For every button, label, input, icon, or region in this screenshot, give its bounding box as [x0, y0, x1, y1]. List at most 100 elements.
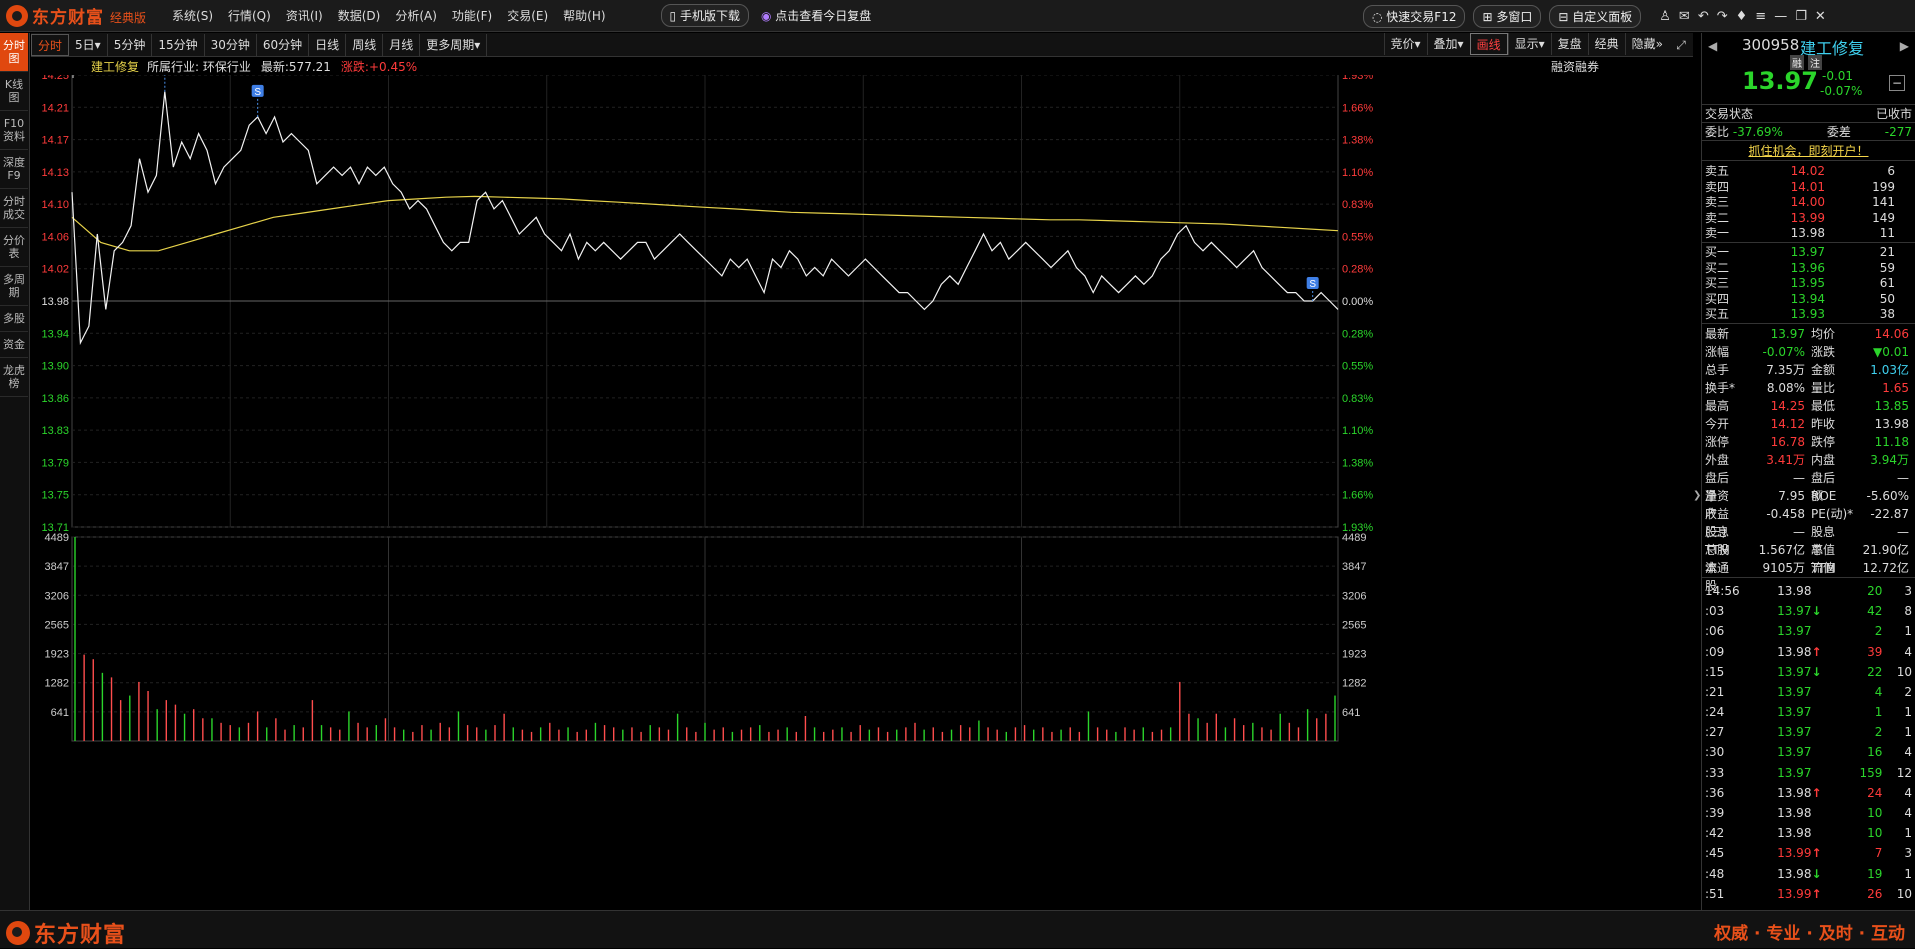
- tick-row[interactable]: :51 13.99 ↑ 26 10: [1702, 884, 1915, 904]
- tick-row[interactable]: :48 13.98 ↓ 19 1: [1702, 864, 1915, 884]
- collapse-icon[interactable]: −: [1889, 75, 1905, 91]
- period-tab[interactable]: 5分钟: [108, 33, 153, 56]
- close-icon[interactable]: ✕: [1815, 9, 1834, 24]
- period-tab[interactable]: 30分钟: [205, 33, 257, 56]
- stat-value: 13.98: [1874, 416, 1909, 431]
- tick-arrow: ↑: [1811, 846, 1822, 861]
- stat-value: 14.25: [1770, 398, 1805, 413]
- stat-row: 流通股 9105万 流值 12.72亿: [1702, 559, 1915, 593]
- multi-window-button[interactable]: ⊞ 多窗口: [1473, 5, 1542, 28]
- left-tab[interactable]: F10资料: [0, 111, 28, 150]
- tick-count: 1: [1904, 624, 1912, 639]
- tick-row[interactable]: :24 13.97 1 1: [1702, 702, 1915, 722]
- menu-item[interactable]: 帮助(H): [563, 7, 605, 24]
- tick-row[interactable]: :06 13.97 2 1: [1702, 621, 1915, 641]
- menu-icon[interactable]: ≡: [1755, 9, 1774, 24]
- chart-tool-button[interactable]: 隐藏»: [1624, 33, 1669, 55]
- left-tab[interactable]: 分价表: [0, 228, 28, 267]
- left-tab[interactable]: K线图: [0, 72, 28, 111]
- left-tab[interactable]: 分时成交: [0, 189, 28, 228]
- tick-row[interactable]: :42 13.98 10 1: [1702, 823, 1915, 843]
- mail-icon[interactable]: ✉: [1679, 9, 1698, 24]
- left-tab[interactable]: 多周期: [0, 267, 28, 306]
- panel-toggle-icon[interactable]: ❯: [1693, 490, 1701, 520]
- forward-icon[interactable]: ↷: [1717, 9, 1736, 24]
- tick-row[interactable]: :36 13.98 ↑ 24 4: [1702, 783, 1915, 803]
- restore-icon[interactable]: ❐: [1795, 9, 1815, 24]
- quick-trade-button[interactable]: ◌ 快速交易F12: [1363, 5, 1466, 28]
- tick-list[interactable]: 14:56 13.98 20 3:03 13.97 ↓ 42 8:06 13.97 2 1:09 13…: [1702, 578, 1915, 904]
- period-tab[interactable]: 日线: [309, 33, 347, 56]
- industry-label[interactable]: 所属行业: 环保行业: [147, 58, 251, 75]
- review-link[interactable]: ◉ 点击查看今日复盘: [761, 7, 871, 24]
- tick-row[interactable]: :45 13.99 ↑ 7 3: [1702, 843, 1915, 863]
- left-tab[interactable]: 深度F9: [0, 150, 28, 189]
- menu-item[interactable]: 行情(Q): [228, 7, 271, 24]
- mobile-download-button[interactable]: ▯ 手机版下载: [660, 4, 749, 27]
- period-tab[interactable]: 周线: [346, 33, 384, 56]
- period-tab[interactable]: 更多周期▾: [420, 33, 488, 56]
- left-tab[interactable]: 资金: [0, 332, 28, 358]
- custom-panel-button[interactable]: ⊟ 自定义面板: [1549, 5, 1642, 28]
- stat-value: 14.06: [1874, 326, 1909, 341]
- menu-item[interactable]: 数据(D): [338, 7, 381, 24]
- tick-time: :48: [1705, 866, 1725, 881]
- margin-trading-label[interactable]: 融资融券: [1551, 58, 1599, 75]
- menu-item[interactable]: 资讯(I): [286, 7, 323, 24]
- tick-row[interactable]: :03 13.97 ↓ 42 8: [1702, 601, 1915, 621]
- chart-tool-button[interactable]: 显示▾: [1507, 33, 1551, 55]
- period-tab[interactable]: 分时: [31, 33, 70, 56]
- tick-price: 13.98: [1777, 826, 1812, 841]
- menu-item[interactable]: 功能(F): [452, 7, 492, 24]
- stat-value: -5.60%: [1866, 488, 1909, 503]
- minimize-icon[interactable]: —: [1774, 9, 1795, 24]
- window-icons[interactable]: ♙✉↶↷♦≡—❐✕: [1659, 9, 1834, 24]
- prev-stock-icon[interactable]: ◀: [1708, 39, 1717, 53]
- expand-icon[interactable]: ⤢: [1670, 34, 1692, 56]
- tick-row[interactable]: :30 13.97 16 4: [1702, 742, 1915, 762]
- stat-value: -0.458: [1766, 506, 1805, 521]
- tick-row[interactable]: :09 13.98 ↑ 39 4: [1702, 642, 1915, 662]
- chart-tool-button[interactable]: 复盘: [1550, 33, 1588, 55]
- pct-tick-label: 0.83%: [1342, 393, 1373, 405]
- menu-item[interactable]: 交易(E): [507, 7, 548, 24]
- tick-price: 13.97: [1777, 624, 1812, 639]
- bottom-logo-text: 东方财富: [34, 923, 127, 948]
- open-account-link[interactable]: 抓住机会，即刻开户！: [1702, 141, 1915, 161]
- period-tab[interactable]: 月线: [383, 33, 421, 56]
- tick-arrow: [1811, 722, 1825, 742]
- period-tab[interactable]: 15分钟: [152, 33, 205, 56]
- tick-row[interactable]: :15 13.97 ↓ 22 10: [1702, 662, 1915, 682]
- tick-row[interactable]: :21 13.97 4 2: [1702, 682, 1915, 702]
- pct-tick-label: 0.55%: [1342, 231, 1373, 243]
- quote-header: ◀ 300958 建工修复 ▶ 融 注 13.97 -0.01 -0.07% −: [1702, 33, 1915, 105]
- chart-tool-button[interactable]: 竞价▾: [1383, 33, 1427, 55]
- period-tab[interactable]: 5日▾: [69, 33, 108, 56]
- shirt-icon[interactable]: ♦: [1736, 9, 1756, 24]
- left-tab[interactable]: 分时图: [0, 33, 28, 72]
- tick-arrow: [1811, 803, 1825, 823]
- tick-volume: 20: [1867, 583, 1883, 598]
- user-icon[interactable]: ♙: [1659, 9, 1679, 24]
- tick-row[interactable]: :27 13.97 2 1: [1702, 722, 1915, 742]
- menu-item[interactable]: 分析(A): [395, 7, 437, 24]
- intraday-chart[interactable]: 14.25 1.93% 14.21 1.66% 14.17 1.38% 14.13 1.10%…: [31, 75, 1693, 905]
- tick-row[interactable]: :39 13.98 10 4: [1702, 803, 1915, 823]
- left-tab[interactable]: 龙虎榜: [0, 358, 28, 397]
- trade-status-value: 已收市: [1875, 107, 1912, 121]
- chart-tool-button[interactable]: 叠加▾: [1426, 33, 1470, 55]
- menu-item[interactable]: 系统(S): [172, 7, 213, 24]
- pct-tick-label: 1.38%: [1342, 135, 1373, 147]
- order-book-row: 买一 13.97 21: [1702, 245, 1915, 261]
- last-price: 13.97: [1742, 67, 1818, 95]
- chart-tool-button[interactable]: 画线: [1469, 33, 1508, 55]
- tick-row[interactable]: :33 13.97 159 12: [1702, 763, 1915, 783]
- tick-count: 1: [1904, 725, 1912, 740]
- back-icon[interactable]: ↶: [1698, 9, 1717, 24]
- tick-row[interactable]: 14:56 13.98 20 3: [1702, 581, 1915, 601]
- next-stock-icon[interactable]: ▶: [1900, 39, 1909, 53]
- chart-tool-button[interactable]: 经典: [1587, 33, 1625, 55]
- sell-marker-label: S: [1309, 279, 1316, 290]
- period-tab[interactable]: 60分钟: [257, 33, 310, 56]
- left-tab[interactable]: 多股: [0, 306, 28, 332]
